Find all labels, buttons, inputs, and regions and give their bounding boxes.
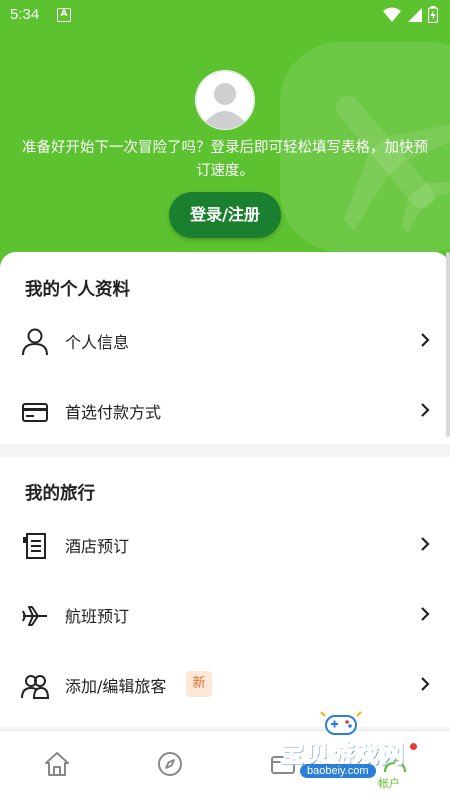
row-label: 添加/编辑旅客	[65, 677, 167, 696]
travelers-icon	[21, 675, 50, 699]
chevron-right-icon	[421, 403, 430, 417]
watermark: 宝贝游戏网 baobeiy.com	[270, 706, 430, 786]
row-add-edit-travelers[interactable]: 添加/编辑旅客 新	[0, 659, 450, 709]
row-label: 酒店预订	[65, 537, 130, 556]
avatar[interactable]	[195, 70, 255, 130]
profile-section: 我的个人资料 个人信息 首选付款方式	[0, 252, 450, 444]
row-label: 航班预订	[65, 607, 130, 626]
notification-app-icon: A	[57, 8, 71, 22]
compass-icon[interactable]	[155, 749, 185, 779]
chevron-right-icon	[421, 607, 430, 621]
credit-card-icon	[22, 403, 48, 422]
hotel-receipt-icon	[23, 533, 46, 559]
row-payment-method[interactable]: 首选付款方式	[0, 385, 450, 435]
chevron-right-icon	[421, 677, 430, 691]
section-title-profile: 我的个人资料	[25, 280, 130, 300]
row-label: 首选付款方式	[65, 403, 162, 422]
chevron-right-icon	[421, 537, 430, 551]
welcome-message: 准备好开始下一次冒险了吗？登录后即可轻松填写表格，加快预订速度。	[22, 140, 428, 179]
airplane-icon	[22, 606, 47, 626]
watermark-url: baobeiy.com	[300, 764, 376, 778]
row-hotel-booking[interactable]: 酒店预订	[0, 519, 450, 569]
row-label: 个人信息	[65, 333, 130, 352]
login-register-button[interactable]: 登录/注册	[169, 192, 281, 238]
status-time: 5:34	[10, 6, 40, 23]
wifi-icon	[383, 7, 401, 22]
battery-icon	[428, 6, 438, 23]
row-personal-info[interactable]: 个人信息	[0, 315, 450, 365]
home-icon[interactable]	[42, 749, 72, 779]
header: 5:34 A 准备好开始下一次冒险了吗？登录后即可轻松填写表格，加快预订速度。 …	[0, 0, 450, 290]
status-bar: 5:34 A	[0, 0, 450, 30]
avatar-placeholder-icon	[195, 70, 255, 130]
person-icon	[22, 328, 48, 356]
chevron-right-icon	[421, 333, 430, 347]
signal-icon	[408, 7, 422, 22]
section-title-trips: 我的旅行	[25, 484, 95, 504]
trips-section: 我的旅行 酒店预订 航班预订 添加/编辑旅客 新	[0, 457, 450, 727]
status-indicators	[383, 6, 438, 23]
scrollbar[interactable]	[446, 252, 450, 437]
row-flight-booking[interactable]: 航班预订	[0, 589, 450, 639]
new-badge: 新	[186, 671, 212, 697]
